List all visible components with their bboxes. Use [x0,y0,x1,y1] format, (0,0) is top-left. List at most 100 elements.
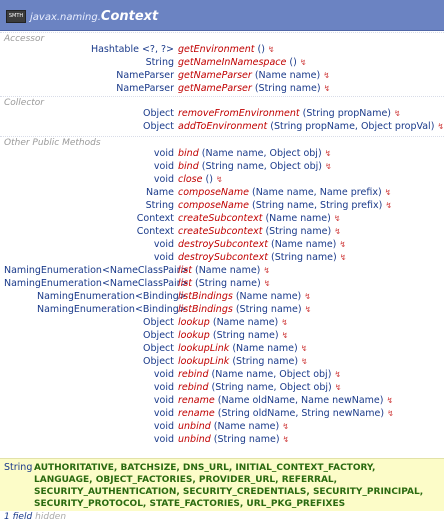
return-type[interactable]: NamingEnumeration<NameClassPair> [4,277,189,290]
source-link-icon[interactable]: ↯ [301,344,308,353]
method-name[interactable]: bind [178,161,199,172]
return-type[interactable]: NamingEnumeration<Binding> [37,303,187,316]
source-link-icon[interactable]: ↯ [385,201,392,210]
field-names[interactable]: AUTHORITATIVE, BATCHSIZE, DNS_URL, INITI… [34,462,434,510]
return-type[interactable]: Context [137,225,174,238]
source-link-icon[interactable]: ↯ [301,357,308,366]
return-type[interactable]: Object [143,355,174,368]
method-name[interactable]: composeName [178,200,249,211]
method-name[interactable]: bind [178,148,199,159]
method-name[interactable]: list [178,278,192,289]
source-link-icon[interactable]: ↯ [300,58,307,67]
method-name[interactable]: composeName [178,187,249,198]
method-row[interactable]: String composeName (String name, String p… [0,199,444,212]
return-type[interactable]: void [154,147,174,160]
return-type[interactable]: Object [143,107,174,120]
source-link-icon[interactable]: ↯ [216,175,223,184]
source-link-icon[interactable]: ↯ [282,331,289,340]
method-name[interactable]: lookupLink [178,356,229,367]
return-type[interactable]: void [154,381,174,394]
method-name[interactable]: listBindings [178,304,233,315]
method-name[interactable]: getEnvironment [178,44,254,55]
method-row[interactable]: void rename (String oldName, String newNa… [0,407,444,420]
return-type[interactable]: void [154,238,174,251]
method-row[interactable]: Object lookup (Name name) ↯ [0,316,444,329]
method-row[interactable]: String getNameInNamespace () ↯ [0,56,444,69]
return-type[interactable]: void [154,173,174,186]
method-row[interactable]: NamingEnumeration<NameClassPair> list (St… [0,277,444,290]
return-type[interactable]: void [154,394,174,407]
source-link-icon[interactable]: ↯ [334,370,341,379]
method-row[interactable]: Object lookupLink (String name) ↯ [0,355,444,368]
return-type[interactable]: void [154,368,174,381]
method-row[interactable]: NamingEnumeration<Binding> listBindings (… [0,303,444,316]
method-name[interactable]: destroySubcontext [178,252,268,263]
method-row[interactable]: void rename (Name oldName, Name newName) ↯ [0,394,444,407]
return-type[interactable]: void [154,433,174,446]
source-link-icon[interactable]: ↯ [386,396,393,405]
method-name[interactable]: list [178,265,192,276]
method-row[interactable]: void bind (String name, Object obj) ↯ [0,160,444,173]
source-link-icon[interactable]: ↯ [283,435,290,444]
source-link-icon[interactable]: ↯ [437,122,444,131]
method-name[interactable]: rebind [178,369,208,380]
source-link-icon[interactable]: ↯ [323,71,330,80]
source-link-icon[interactable]: ↯ [334,227,341,236]
return-type[interactable]: Object [143,329,174,342]
method-name[interactable]: getNameParser [178,83,252,94]
source-link-icon[interactable]: ↯ [387,409,394,418]
method-name[interactable]: lookup [178,317,210,328]
source-link-icon[interactable]: ↯ [385,188,392,197]
method-row[interactable]: void destroySubcontext (Name name) ↯ [0,238,444,251]
return-type[interactable]: void [154,160,174,173]
return-type[interactable]: Object [143,316,174,329]
method-row[interactable]: Context createSubcontext (Name name) ↯ [0,212,444,225]
return-type[interactable]: void [154,407,174,420]
method-name[interactable]: rename [178,408,215,419]
method-name[interactable]: destroySubcontext [178,239,268,250]
source-link-icon[interactable]: ↯ [324,84,331,93]
source-link-icon[interactable]: ↯ [339,240,346,249]
method-name[interactable]: close [178,174,202,185]
return-type[interactable]: NamingEnumeration<NameClassPair> [4,264,189,277]
method-name[interactable]: createSubcontext [178,226,262,237]
source-link-icon[interactable]: ↯ [282,422,289,431]
method-row[interactable]: NamingEnumeration<Binding> listBindings (… [0,290,444,303]
method-name[interactable]: getNameParser [178,70,252,81]
source-link-icon[interactable]: ↯ [325,162,332,171]
source-link-icon[interactable]: ↯ [335,383,342,392]
return-type[interactable]: Object [143,120,174,133]
return-type[interactable]: String [146,199,174,212]
source-link-icon[interactable]: ↯ [334,214,341,223]
method-row[interactable]: NameParser getNameParser (String name) ↯ [0,82,444,95]
method-name[interactable]: removeFromEnvironment [178,108,300,119]
method-row[interactable]: NamingEnumeration<NameClassPair> list (Na… [0,264,444,277]
source-link-icon[interactable]: ↯ [264,279,271,288]
method-row[interactable]: Name composeName (Name name, Name prefix)… [0,186,444,199]
source-link-icon[interactable]: ↯ [263,266,270,275]
method-row[interactable]: Object lookup (String name) ↯ [0,329,444,342]
return-type[interactable]: NamingEnumeration<Binding> [37,290,187,303]
method-name[interactable]: unbind [178,434,211,445]
method-row[interactable]: void rebind (Name name, Object obj) ↯ [0,368,444,381]
return-type[interactable]: void [154,251,174,264]
return-type[interactable]: Hashtable <?, ?> [91,43,174,56]
method-row[interactable]: void rebind (String name, Object obj) ↯ [0,381,444,394]
method-name[interactable]: createSubcontext [178,213,262,224]
hidden-label[interactable]: hidden [35,512,66,522]
return-type[interactable]: Context [137,212,174,225]
source-link-icon[interactable]: ↯ [325,149,332,158]
method-name[interactable]: rename [178,395,215,406]
source-link-icon[interactable]: ↯ [268,45,275,54]
method-row[interactable]: void unbind (Name name) ↯ [0,420,444,433]
method-name[interactable]: addToEnvironment [178,121,267,132]
source-link-icon[interactable]: ↯ [304,292,311,301]
method-row[interactable]: Object lookupLink (Name name) ↯ [0,342,444,355]
method-row[interactable]: Context createSubcontext (String name) ↯ [0,225,444,238]
method-row[interactable]: void bind (Name name, Object obj) ↯ [0,147,444,160]
method-row[interactable]: Object removeFromEnvironment (String prop… [0,107,444,120]
method-row[interactable]: NameParser getNameParser (Name name) ↯ [0,69,444,82]
method-name[interactable]: lookup [178,330,210,341]
method-name[interactable]: getNameInNamespace [178,57,286,68]
source-link-icon[interactable]: ↯ [394,109,401,118]
